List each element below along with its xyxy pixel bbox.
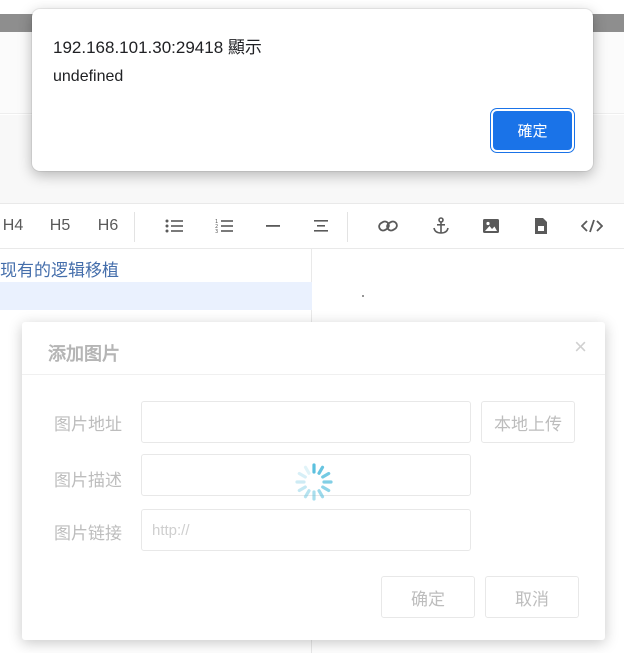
browser-alert-dialog: 192.168.101.30:29418 顯示 undefined 確定 [32,9,593,171]
alert-message: undefined [53,68,124,85]
confirm-button[interactable]: 确定 [381,576,475,618]
dialog-divider [22,374,605,375]
loading-spinner-icon [294,462,334,502]
alert-ok-button[interactable]: 確定 [493,111,572,150]
image-description-label: 图片描述 [54,471,122,490]
image-link-label: 图片链接 [54,524,122,543]
image-url-label: 图片地址 [54,415,122,434]
close-icon[interactable]: × [574,334,587,360]
dialog-title: 添加图片 [48,344,120,364]
image-url-input[interactable] [141,401,471,443]
alert-title: 192.168.101.30:29418 顯示 [53,38,262,57]
add-image-dialog: 添加图片 × 图片地址 本地上传 图片描述 图片链接 确定 取 [22,322,605,640]
cancel-button[interactable]: 取消 [485,576,579,618]
local-upload-button[interactable]: 本地上传 [481,401,575,443]
image-link-input[interactable] [141,509,471,551]
